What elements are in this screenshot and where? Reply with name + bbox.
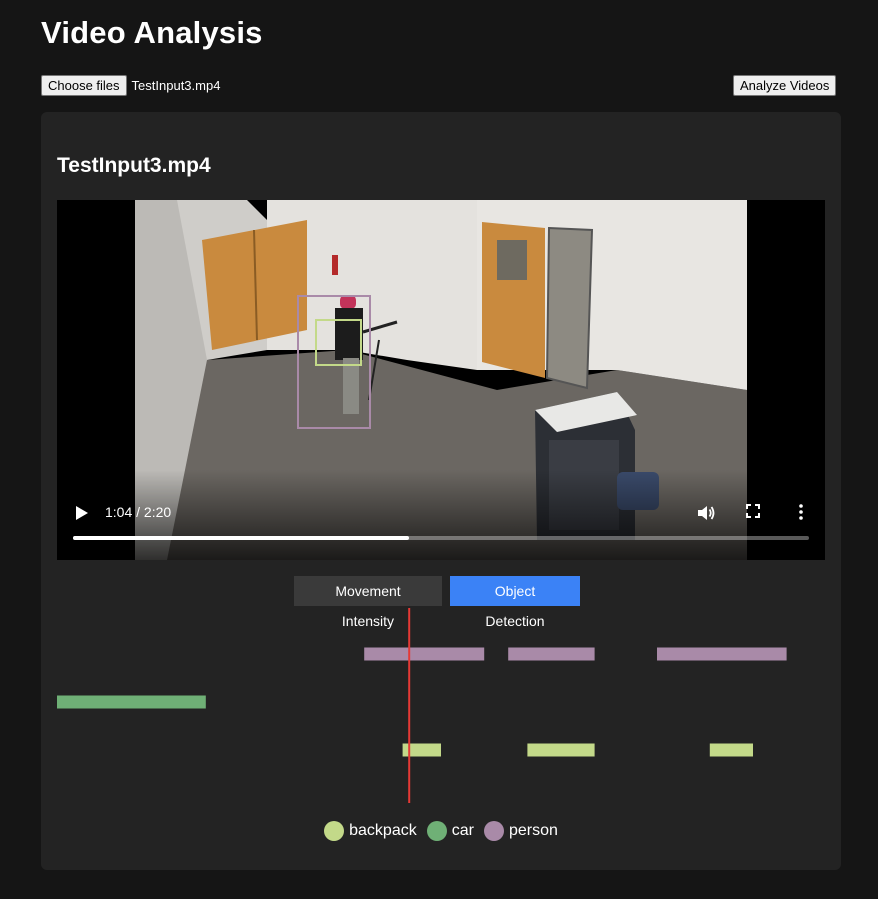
legend-label: person (508, 822, 558, 839)
video-progress-fill (73, 536, 410, 540)
file-picker: Choose files TestInput3.mp4 (41, 75, 220, 96)
analyze-videos-button[interactable]: Analyze Videos (733, 75, 837, 96)
tab-object-detection[interactable]: Object Detection (450, 576, 580, 629)
object-detection-timeline[interactable] (57, 608, 825, 808)
play-icon[interactable] (75, 505, 89, 521)
legend-label: backpack (349, 822, 417, 839)
timeline-segment-person (364, 647, 485, 661)
selected-file-name: TestInput3.mp4 (131, 78, 221, 93)
page-title: Video Analysis (41, 15, 263, 50)
video-title: TestInput3.mp4 (57, 154, 211, 177)
legend-swatch (483, 821, 504, 841)
legend-swatch (426, 821, 447, 841)
timeline-segment-person (657, 647, 787, 661)
legend-item-person: person (483, 821, 558, 841)
video-time: 1:04 / 2:20 (105, 504, 172, 520)
fullscreen-icon[interactable] (746, 504, 760, 518)
legend-item-car: car (426, 821, 474, 841)
legend-label: car (451, 822, 474, 839)
video-progress-bar[interactable] (73, 536, 809, 540)
analysis-tabs: Movement Intensity Object Detection (294, 576, 580, 629)
timeline-segment-car (57, 695, 206, 709)
video-result-card: TestInput3.mp4 1:04 / 2:20 Movement Inte… (41, 112, 841, 870)
timeline-segment-backpack (527, 743, 595, 757)
tab-movement-intensity[interactable]: Movement Intensity (294, 576, 442, 629)
more-options-icon[interactable] (795, 503, 807, 521)
choose-files-button[interactable]: Choose files (41, 75, 127, 96)
timeline-segment-person (508, 647, 595, 661)
legend-swatch (324, 821, 345, 841)
timeline-segment-backpack (709, 743, 753, 757)
video-player[interactable]: 1:04 / 2:20 (57, 200, 825, 560)
legend-item-backpack: backpack (324, 821, 417, 841)
volume-icon[interactable] (697, 504, 715, 522)
timeline-legend: backpack car person (41, 821, 841, 841)
